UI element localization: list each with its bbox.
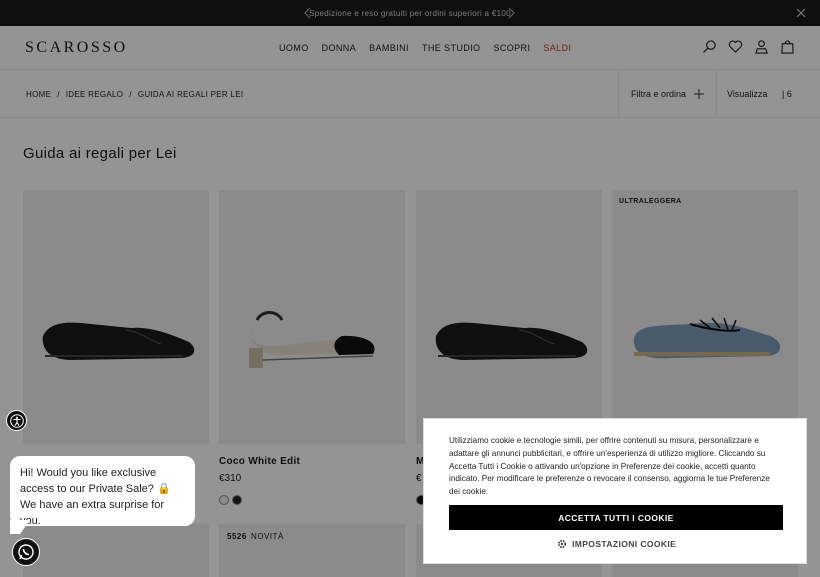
- accessibility-button[interactable]: [6, 410, 27, 431]
- accessibility-icon: [9, 413, 24, 428]
- chat-message-bubble[interactable]: Hi! Would you like exclusive access to o…: [10, 456, 195, 527]
- gear-icon: [557, 539, 567, 549]
- chat-launcher-button[interactable]: [12, 538, 40, 566]
- chat-message-text: Hi! Would you like exclusive access to o…: [20, 467, 171, 527]
- cookie-consent-dialog: Utilizziamo cookie e tecnologie simili, …: [423, 418, 807, 564]
- cookie-settings-button[interactable]: IMPOSTAZIONI COOKIE: [557, 539, 676, 549]
- cookie-text: Utilizziamo cookie e tecnologie simili, …: [449, 436, 770, 497]
- whatsapp-icon: [18, 544, 34, 560]
- chat-bubble-tail: [10, 520, 30, 534]
- cookie-settings-label: IMPOSTAZIONI COOKIE: [572, 539, 677, 549]
- accept-all-cookies-button[interactable]: ACCETTA TUTTI I COOKIE: [449, 505, 783, 530]
